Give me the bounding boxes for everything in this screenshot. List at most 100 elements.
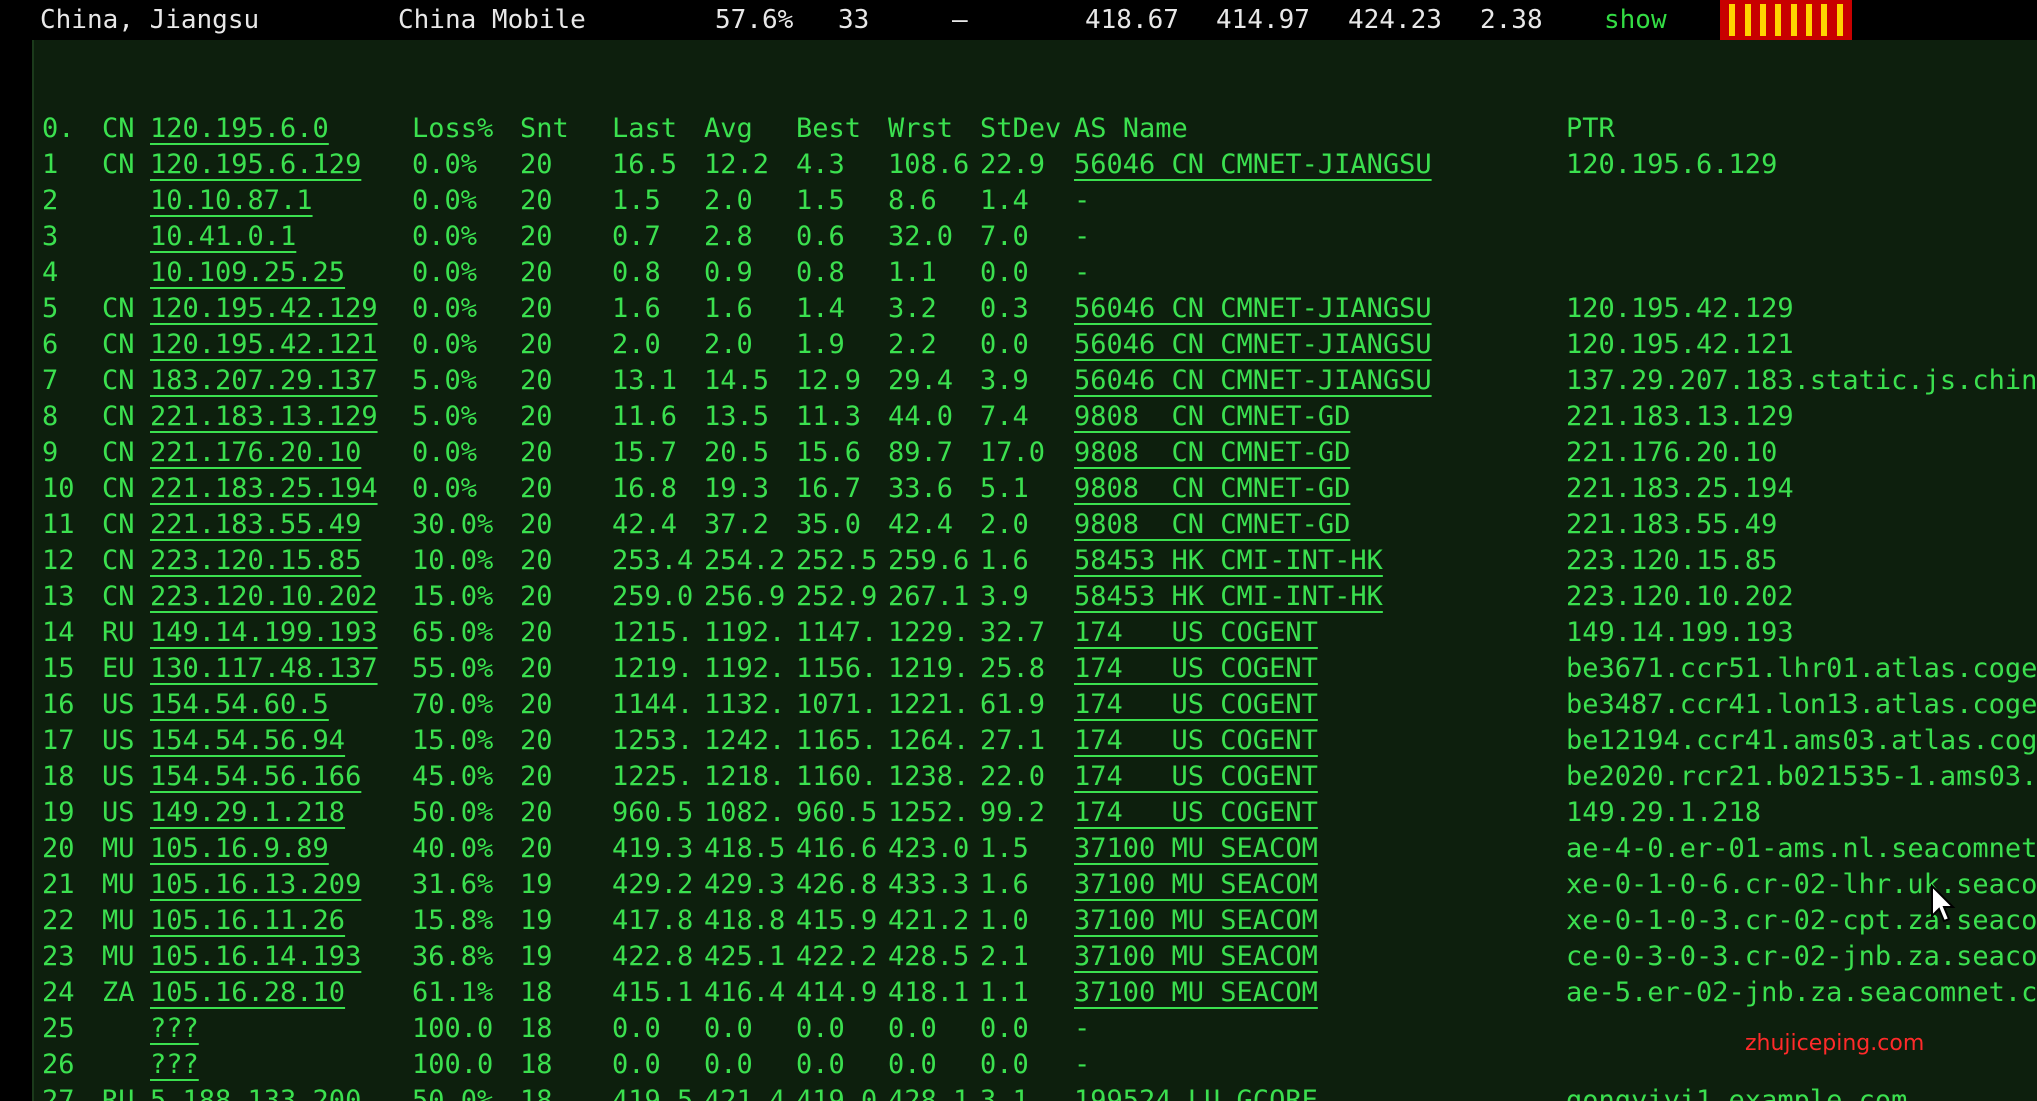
hop-ip-link[interactable]: 5.188.133.200	[150, 1083, 361, 1101]
cell-wrst: 0.0	[888, 1013, 937, 1044]
cell-hop: 5	[42, 293, 59, 324]
cell-avg: 0.9	[704, 257, 753, 288]
cell-loss: 55.0%	[412, 653, 494, 684]
cell-cc: US	[102, 689, 135, 720]
cell-avg: 2.8	[704, 221, 753, 252]
cell-ptr: 223.120.15.85	[1566, 545, 1778, 576]
as-name-link[interactable]: 56046 CN CMNET-JIANGSU	[1074, 147, 1432, 183]
as-name-link[interactable]: 58453 HK CMI-INT-HK	[1074, 579, 1383, 615]
cell-stdev: 1.0	[980, 905, 1029, 936]
cell-last: 16.5	[612, 149, 678, 180]
cell-cc: RU	[102, 617, 135, 648]
cell-best: 1.5	[796, 185, 845, 216]
as-name-link[interactable]: 37100 MU SEACOM	[1074, 867, 1318, 903]
hop-row: 5 CN 120.195.42.129 0.0% 20 1.6 1.6 1.4 3.2 0.3 56…	[34, 291, 2037, 327]
cell-avg: 416.4	[704, 977, 786, 1008]
cell-ptr: 120.195.42.121	[1566, 329, 1794, 360]
hop-ip-link[interactable]: 10.109.25.25	[150, 255, 345, 291]
hop-ip-link[interactable]: 183.207.29.137	[150, 363, 378, 399]
show-link[interactable]: show	[1604, 4, 1667, 36]
cell-best: 422.2	[796, 941, 878, 972]
cell-best: 1.9	[796, 329, 845, 360]
as-name-link[interactable]: 174 US COGENT	[1074, 723, 1318, 759]
as-name-link[interactable]: 174 US COGENT	[1074, 795, 1318, 831]
cell-loss: 61.1%	[412, 977, 494, 1008]
as-name-link[interactable]: 56046 CN CMNET-JIANGSU	[1074, 327, 1432, 363]
cell-best: 16.7	[796, 473, 862, 504]
as-name-link[interactable]: 37100 MU SEACOM	[1074, 975, 1318, 1011]
hop-ip-link[interactable]: 221.183.13.129	[150, 399, 378, 435]
cell-loss: 30.0%	[412, 509, 494, 540]
hop-ip-link[interactable]: 221.183.25.194	[150, 471, 378, 507]
as-name-link[interactable]: 199524 LU GCORE	[1074, 1083, 1318, 1101]
hop-ip-link[interactable]: ???	[150, 1047, 199, 1083]
hop-ip-link[interactable]: 223.120.15.85	[150, 543, 361, 579]
cell-best: 415.9	[796, 905, 878, 936]
hop-ip-link[interactable]: 120.195.6.129	[150, 147, 361, 183]
cell-stdev: 32.7	[980, 617, 1046, 648]
as-name-link[interactable]: 9808 CN CMNET-GD	[1074, 471, 1350, 507]
hop-ip-link[interactable]: 105.16.11.26	[150, 903, 345, 939]
as-name-link[interactable]: 56046 CN CMNET-JIANGSU	[1074, 291, 1432, 327]
cell-snt: 19	[520, 941, 553, 972]
as-name-link[interactable]: 174 US COGENT	[1074, 651, 1318, 687]
hop-ip-link[interactable]: 154.54.56.166	[150, 759, 361, 795]
cell-avg: 12.2	[704, 149, 770, 180]
cell-best: 1165.	[796, 725, 878, 756]
location-text: China, Jiangsu	[40, 5, 260, 35]
as-name-link[interactable]: 37100 MU SEACOM	[1074, 903, 1318, 939]
hop-ip-link[interactable]: 221.183.55.49	[150, 507, 361, 543]
cell-loss: 15.0%	[412, 725, 494, 756]
as-name-link[interactable]: 174 US COGENT	[1074, 615, 1318, 651]
header-last: Last	[612, 113, 678, 144]
cell-avg: 2.0	[704, 329, 753, 360]
as-name-link[interactable]: 174 US COGENT	[1074, 687, 1318, 723]
hop-ip-link[interactable]: 149.29.1.218	[150, 795, 345, 831]
cell-best: 426.8	[796, 869, 878, 900]
as-name-link[interactable]: 37100 MU SEACOM	[1074, 939, 1318, 975]
hop-ip-link[interactable]: 154.54.56.94	[150, 723, 345, 759]
hop-ip-link[interactable]: 149.14.199.193	[150, 615, 378, 651]
cell-hop: 15	[42, 653, 75, 684]
hop-ip-link[interactable]: 105.16.28.10	[150, 975, 345, 1011]
hop-ip-link[interactable]: 105.16.13.209	[150, 867, 361, 903]
cell-ptr: be2020.rcr21.b021535-1.ams03.a	[1566, 761, 2037, 792]
cell-ptr: 149.14.199.193	[1566, 617, 1794, 648]
cell-avg: 0.0	[704, 1013, 753, 1044]
cell-ptr: ce-0-3-0-3.cr-02-jnb.za.seacom	[1566, 941, 2037, 972]
as-name-link[interactable]: 9808 CN CMNET-GD	[1074, 507, 1350, 543]
source-ip-link[interactable]: 120.195.6.0	[150, 111, 329, 147]
as-name-link[interactable]: 58453 HK CMI-INT-HK	[1074, 543, 1383, 579]
cell-wrst: 428.1	[888, 1085, 970, 1101]
count-text: 33	[838, 5, 870, 35]
hop-ip-link[interactable]: 130.117.48.137	[150, 651, 378, 687]
as-name-link[interactable]: 37100 MU SEACOM	[1074, 831, 1318, 867]
hop-ip-link[interactable]: ???	[150, 1011, 199, 1047]
cell-avg: 14.5	[704, 365, 770, 396]
cell-avg: 0.0	[704, 1049, 753, 1080]
cell-stdev: 0.0	[980, 257, 1029, 288]
as-name-link[interactable]: 9808 CN CMNET-GD	[1074, 399, 1350, 435]
hop-ip-link[interactable]: 10.10.87.1	[150, 183, 313, 219]
cell-snt: 20	[520, 257, 553, 288]
cell-stdev: 22.0	[980, 761, 1046, 792]
hop-ip-link[interactable]: 10.41.0.1	[150, 219, 296, 255]
hop-ip-link[interactable]: 120.195.42.129	[150, 291, 378, 327]
cell-last: 0.8	[612, 257, 661, 288]
as-name-link[interactable]: 9808 CN CMNET-GD	[1074, 435, 1350, 471]
cell-stdev: 1.6	[980, 869, 1029, 900]
cell-cc: US	[102, 761, 135, 792]
hop-ip-link[interactable]: 105.16.9.89	[150, 831, 329, 867]
hop-ip-link[interactable]: 221.176.20.10	[150, 435, 361, 471]
hop-ip-link[interactable]: 120.195.42.121	[150, 327, 378, 363]
as-name-link[interactable]: 174 US COGENT	[1074, 759, 1318, 795]
hop-ip-link[interactable]: 105.16.14.193	[150, 939, 361, 975]
cell-cc: MU	[102, 905, 135, 936]
cell-cc: ZA	[102, 977, 135, 1008]
hop-ip-link[interactable]: 154.54.60.5	[150, 687, 329, 723]
as-name-link[interactable]: 56046 CN CMNET-JIANGSU	[1074, 363, 1432, 399]
hop-row: 6 CN 120.195.42.121 0.0% 20 2.0 2.0 1.9 2.2 0.0 56…	[34, 327, 2037, 363]
cell-hop: 13	[42, 581, 75, 612]
hop-ip-link[interactable]: 223.120.10.202	[150, 579, 378, 615]
cell-avg: 1132.	[704, 689, 786, 720]
